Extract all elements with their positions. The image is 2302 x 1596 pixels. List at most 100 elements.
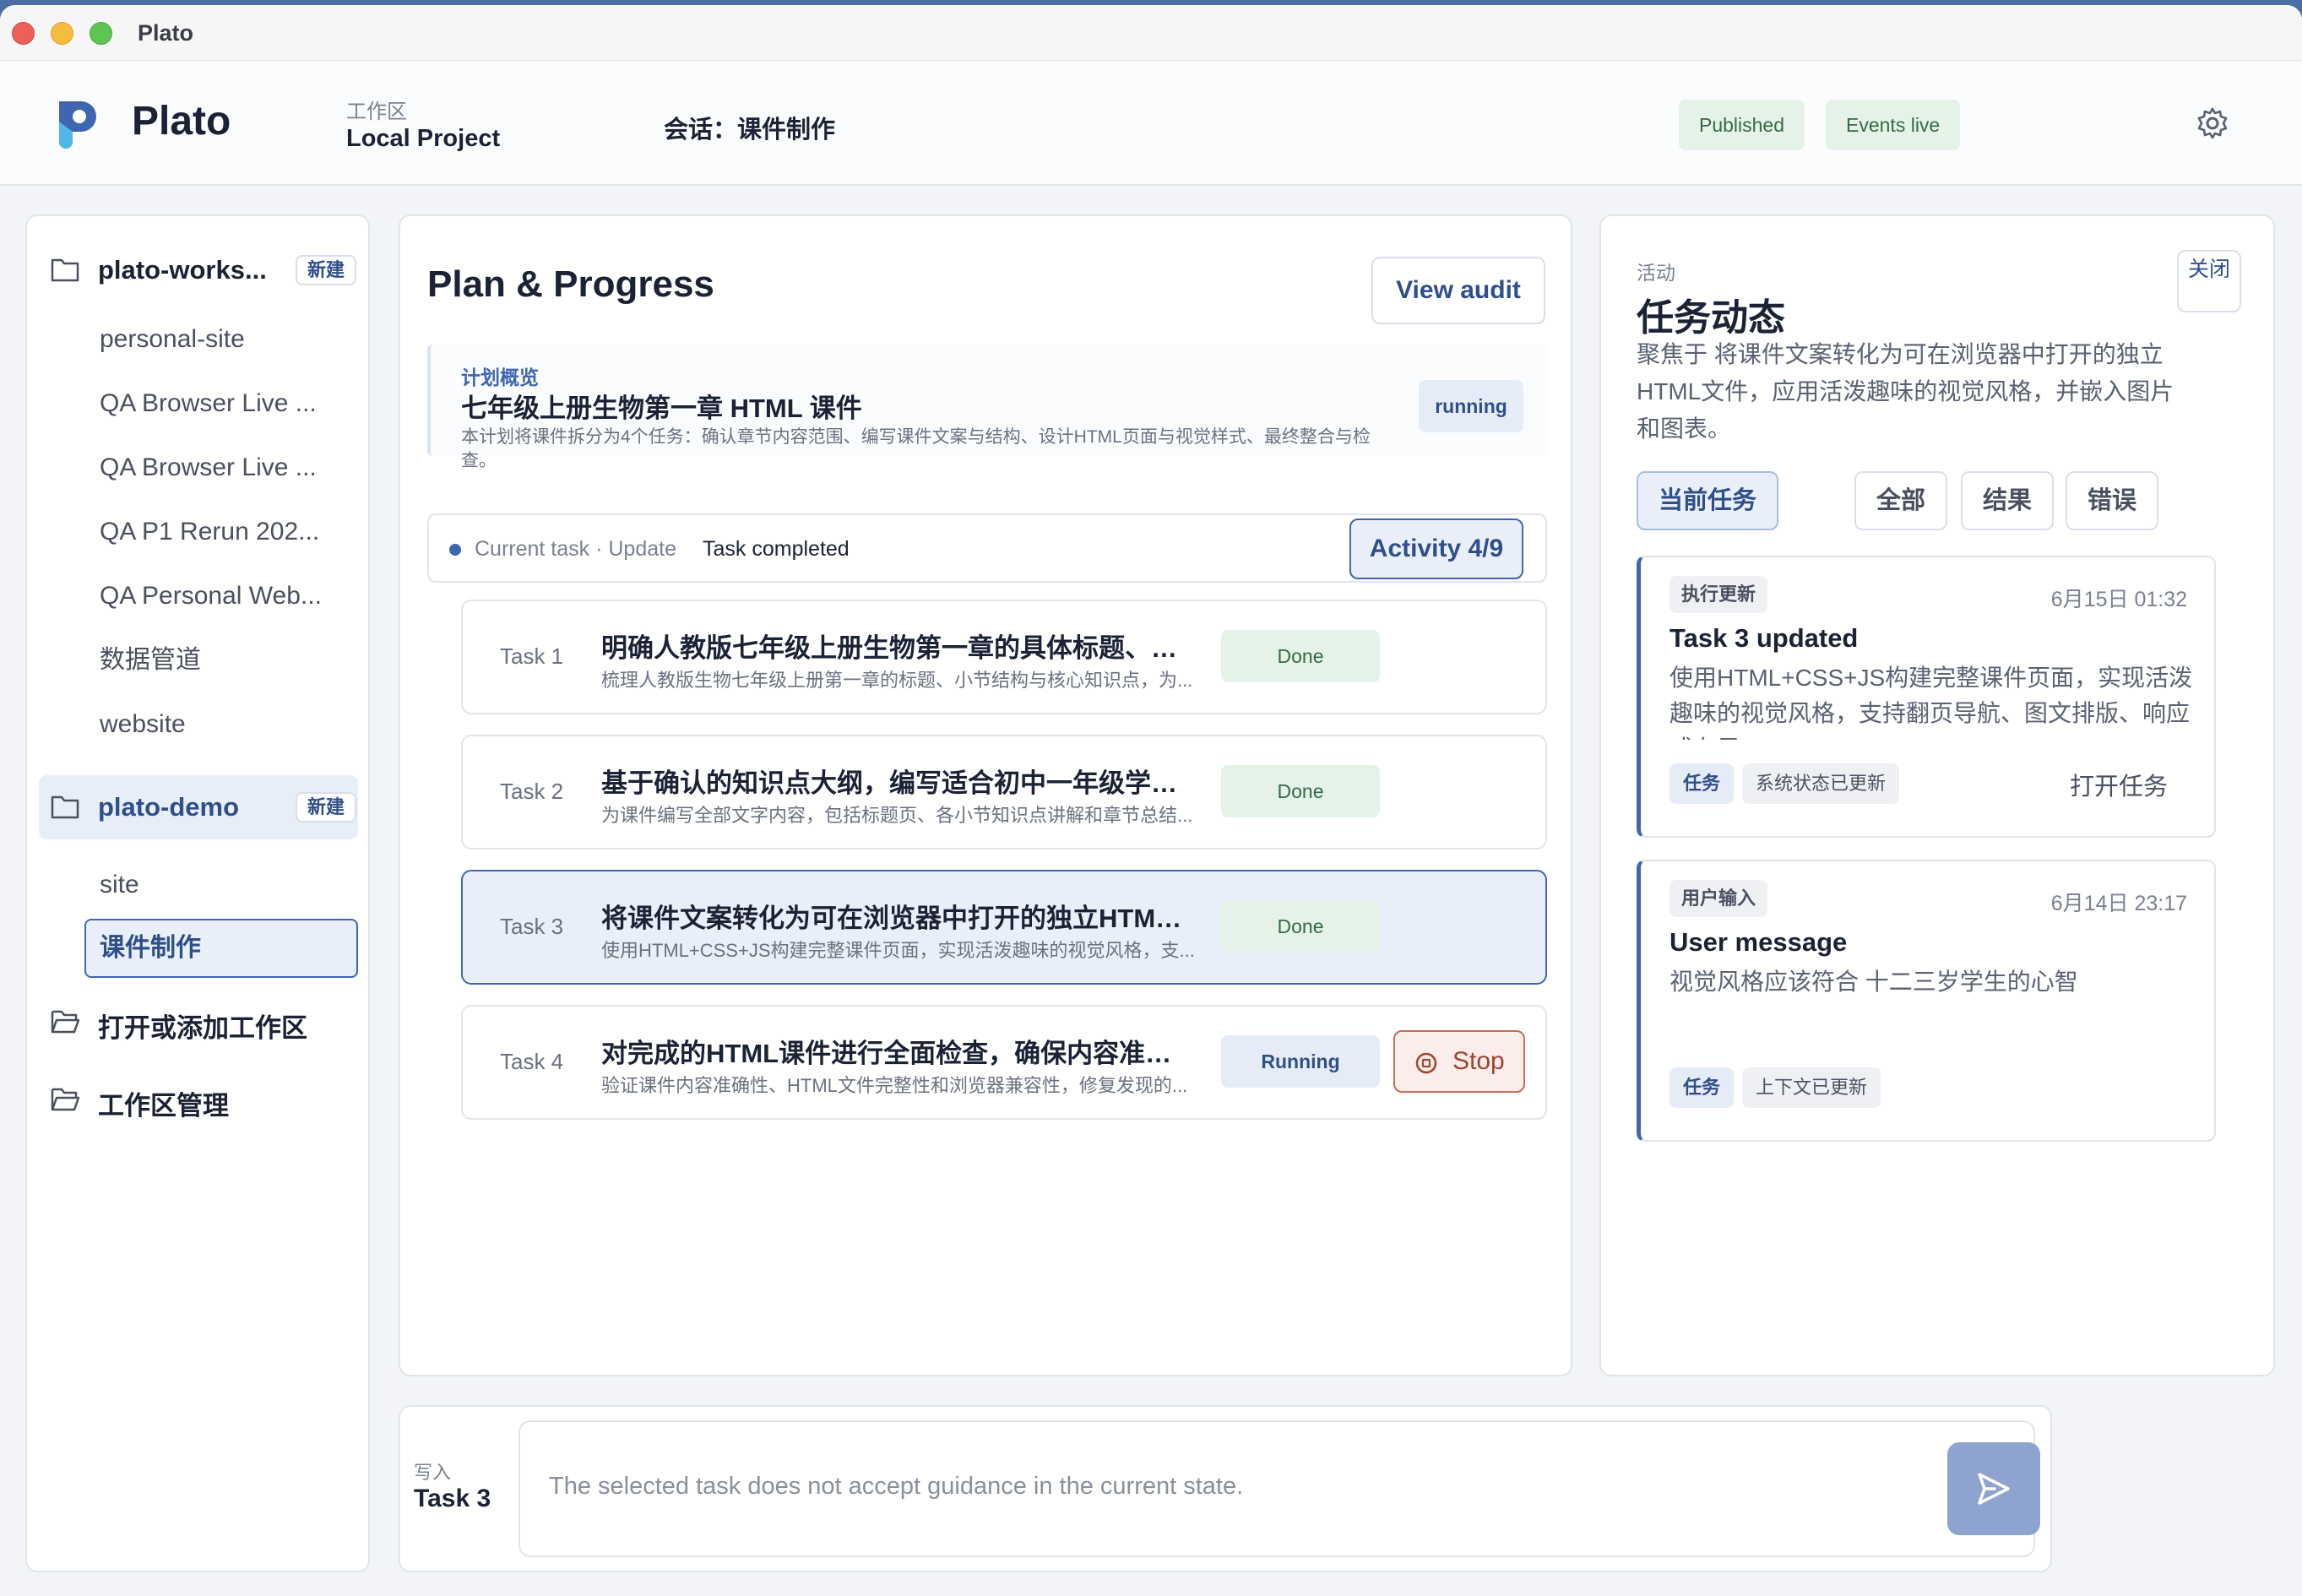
session-item-website[interactable]: website: [100, 706, 345, 743]
send-button[interactable]: [1947, 1442, 2040, 1535]
workspace-management-label: 工作区管理: [98, 1091, 229, 1121]
workspace-name: plato-works...: [98, 255, 267, 285]
task-number: Task 1: [500, 643, 564, 669]
workspace-management-button[interactable]: 工作区管理: [39, 1074, 358, 1125]
event-chip-task: 任务: [1669, 763, 1735, 804]
task-title: 明确人教版七年级上册生物第一章的具体标题、小...: [601, 633, 1192, 663]
filter-current-task[interactable]: 当前任务: [1637, 471, 1779, 530]
event-type-tag: 执行更新: [1669, 576, 1768, 613]
title-bar: Plato: [0, 5, 2302, 61]
task-number: Task 2: [500, 779, 564, 804]
workspace-row-plato-workspace[interactable]: plato-works... 新建: [39, 238, 358, 302]
event-body: 使用HTML+CSS+JS构建完整课件页面，实现活泼趣味的视觉风格，支持翻页导航…: [1669, 665, 2193, 740]
event-chip-system-state: 系统状态已更新: [1742, 763, 1900, 804]
event-timestamp: 6月14日 23:17: [2050, 892, 2187, 915]
view-audit-button[interactable]: View audit: [1371, 257, 1545, 324]
open-task-link[interactable]: 打开任务: [2070, 767, 2168, 802]
event-card-user-message: 用户输入 6月14日 23:17 User message 视觉风格应该符合 十…: [1637, 860, 2216, 1142]
workspace-value: Local Project: [346, 125, 501, 152]
task-number: Task 4: [500, 1049, 564, 1074]
workspace-row-plato-demo[interactable]: plato-demo 新建: [39, 775, 358, 839]
event-body: 视觉风格应该符合 十二三岁学生的心智: [1669, 969, 2078, 995]
task-description: 使用HTML+CSS+JS构建完整课件页面，实现活泼趣味的视觉风格，支...: [601, 940, 1195, 961]
folder-open-icon: [51, 1088, 79, 1111]
plan-overview-card: 计划概览 七年级上册生物第一章 HTML 课件 本计划将课件拆分为4个任务：确认…: [427, 345, 1547, 470]
event-chip-task: 任务: [1669, 1067, 1735, 1108]
gear-icon[interactable]: [2196, 106, 2229, 140]
zoom-window-button[interactable]: [90, 22, 112, 45]
plato-logo-icon: [59, 101, 96, 149]
task-title: 基于确认的知识点大纲，编写适合初中一年级学生...: [601, 768, 1192, 798]
window-title: Plato: [138, 20, 194, 46]
activity-title: 任务动态: [1637, 297, 1785, 339]
stop-label: Stop: [1452, 1047, 1505, 1075]
session-item-qa-browser-live-1[interactable]: QA Browser Live ...: [100, 385, 345, 422]
overview-label: 计划概览: [461, 366, 539, 388]
event-timestamp: 6月15日 01:32: [2050, 588, 2187, 611]
current-task-text: Current task · Update: [475, 537, 676, 561]
new-session-button[interactable]: 新建: [296, 792, 357, 822]
events-live-badge: Events live: [1826, 100, 1961, 150]
guidance-input[interactable]: The selected task does not accept guidan…: [518, 1420, 2040, 1557]
new-session-button[interactable]: 新建: [296, 255, 357, 285]
composer-label: 写入: [414, 1462, 452, 1483]
composer-target-task: Task 3: [414, 1485, 491, 1512]
stop-task-button[interactable]: Stop: [1393, 1030, 1525, 1093]
workspace-sidebar: plato-works... 新建 personal-site QA Brows…: [25, 214, 370, 1572]
plan-progress-panel: Plan & Progress View audit 计划概览 七年级上册生物第…: [399, 214, 1572, 1376]
workspace-name: plato-demo: [98, 792, 240, 822]
task-card-2[interactable]: Task 2 基于确认的知识点大纲，编写适合初中一年级学生... 为课件编写全部…: [461, 735, 1547, 850]
task-title: 对完成的HTML课件进行全面检查，确保内容准确...: [601, 1039, 1192, 1068]
stop-icon: [1415, 1052, 1437, 1074]
session-item-site[interactable]: site: [100, 866, 345, 904]
task-card-1[interactable]: Task 1 明确人教版七年级上册生物第一章的具体标题、小... 梳理人教版生物…: [461, 600, 1547, 714]
overview-description: 本计划将课件拆分为4个任务：确认章节内容范围、编写课件文案与结构、设计HTML页…: [461, 427, 1371, 470]
task-card-4[interactable]: Task 4 对完成的HTML课件进行全面检查，确保内容准确... 验证课件内容…: [461, 1005, 1547, 1120]
task-number: Task 3: [500, 914, 564, 939]
folder-icon: [51, 795, 79, 819]
plan-status-badge: running: [1419, 380, 1523, 432]
task-status-badge: Running: [1221, 1035, 1380, 1088]
folder-icon: [51, 258, 79, 282]
activity-panel: 活动 任务动态 关闭 聚焦于 将课件文案转化为可在浏览器中打开的独立HTML文件…: [1599, 214, 2275, 1376]
open-add-workspace-label: 打开或添加工作区: [98, 1013, 307, 1043]
event-title: Task 3 updated: [1669, 623, 1859, 653]
minimize-window-button[interactable]: [51, 22, 73, 45]
session-title: 会话：课件制作: [664, 117, 836, 144]
activity-button[interactable]: Activity 4/9: [1349, 518, 1523, 579]
close-window-button[interactable]: [12, 22, 35, 45]
filter-results[interactable]: 结果: [1961, 471, 2055, 530]
session-item-qa-personal-web[interactable]: QA Personal Web...: [100, 578, 345, 615]
send-icon: [1978, 1473, 2010, 1505]
event-type-tag: 用户输入: [1669, 880, 1768, 917]
event-chip-context: 上下文已更新: [1742, 1067, 1881, 1108]
session-item-data-pipeline[interactable]: 数据管道: [100, 642, 345, 679]
filter-errors[interactable]: 错误: [2066, 471, 2159, 530]
activity-label: 活动: [1637, 262, 1675, 284]
event-title: User message: [1669, 927, 1848, 957]
close-activity-button[interactable]: 关闭: [2177, 250, 2241, 312]
app-window: Plato Plato 工作区 Local Project 会话：课件制作 Pu…: [0, 5, 2302, 1596]
current-task-status: Task completed: [703, 537, 850, 561]
session-item-qa-browser-live-2[interactable]: QA Browser Live ...: [100, 449, 345, 486]
app-header: Plato 工作区 Local Project 会话：课件制作 Publishe…: [0, 61, 2302, 186]
task-description: 为课件编写全部文字内容，包括标题页、各小节知识点讲解和章节总结...: [601, 805, 1193, 826]
brand-name: Plato: [132, 99, 231, 144]
task-description: 梳理人教版生物七年级上册第一章的标题、小节结构与核心知识点，为...: [601, 670, 1193, 691]
open-add-workspace-button[interactable]: 打开或添加工作区: [39, 996, 358, 1047]
guidance-input-placeholder: The selected task does not accept guidan…: [549, 1473, 1244, 1500]
filter-all[interactable]: 全部: [1854, 471, 1948, 530]
activity-focus-description: 聚焦于 将课件文案转化为可在浏览器中打开的独立HTML文件，应用活泼趣味的视觉风…: [1637, 341, 2174, 442]
task-status-badge: Done: [1221, 765, 1380, 817]
status-dot: [449, 544, 461, 556]
session-item-personal-site[interactable]: personal-site: [100, 321, 345, 358]
event-card-task-updated: 执行更新 6月15日 01:32 Task 3 updated 使用HTML+C…: [1637, 556, 2216, 838]
task-description: 验证课件内容准确性、HTML文件完整性和浏览器兼容性，修复发现的...: [601, 1075, 1188, 1096]
session-item-qa-p1-rerun[interactable]: QA P1 Rerun 202...: [100, 513, 345, 551]
session-item-courseware[interactable]: 课件制作: [84, 919, 358, 978]
folder-open-icon: [51, 1010, 79, 1034]
guidance-composer: 写入 Task 3 The selected task does not acc…: [399, 1405, 2052, 1572]
overview-title: 七年级上册生物第一章 HTML 课件: [461, 394, 862, 423]
task-card-3[interactable]: Task 3 将课件文案转化为可在浏览器中打开的独立HTML... 使用HTML…: [461, 870, 1547, 985]
current-task-bar: Current task · Update Task completed Act…: [427, 513, 1547, 583]
